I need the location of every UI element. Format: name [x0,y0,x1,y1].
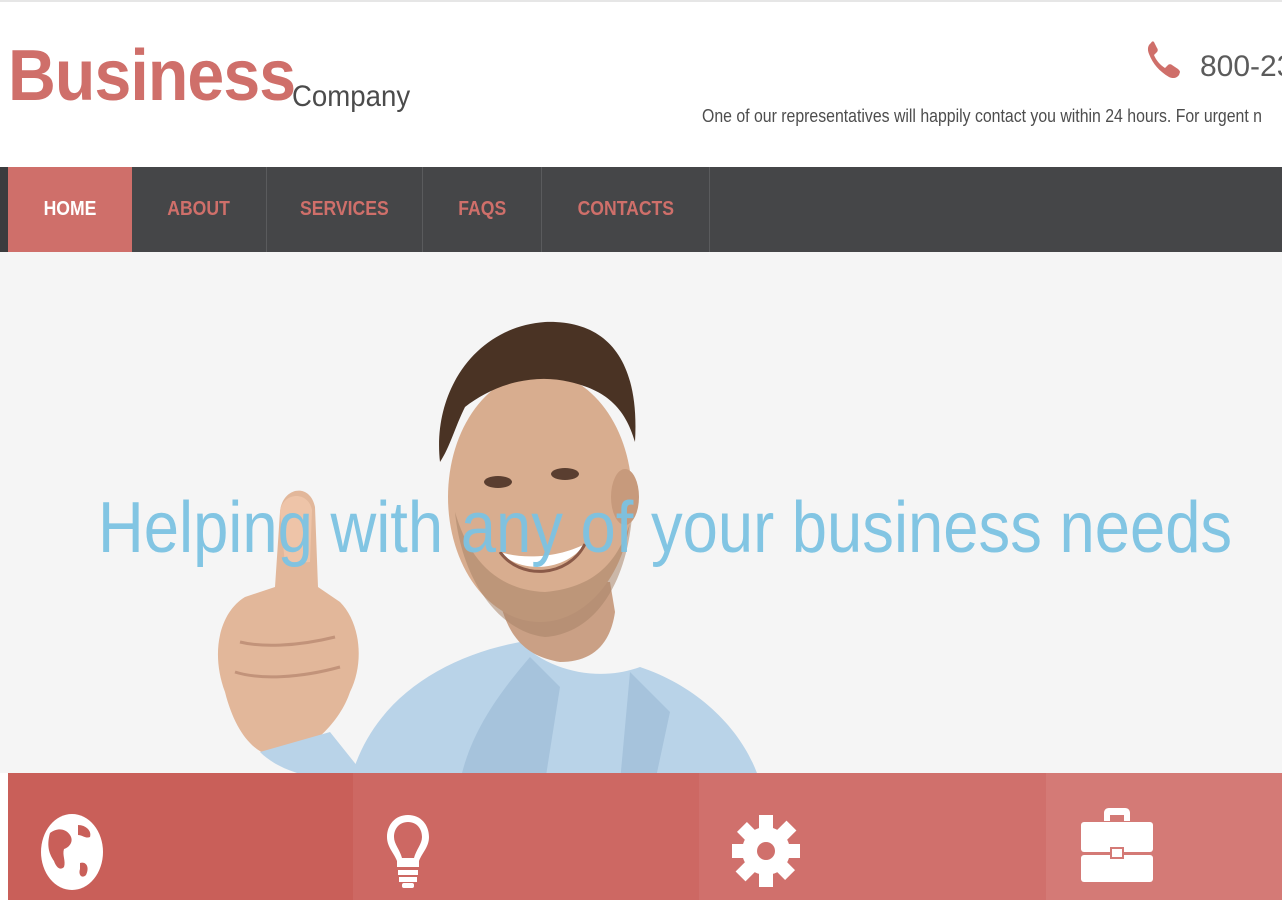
briefcase-icon [1081,808,1153,882]
site-header: Business Company 800-23 One of our repre… [0,2,1282,167]
feature-tiles [8,773,1282,900]
phone-number[interactable]: 800-23 [1200,52,1282,82]
feature-tile-idea[interactable] [353,773,699,900]
logo-title[interactable]: Business [8,40,296,112]
feature-tile-business[interactable] [1046,773,1282,900]
feature-tile-settings[interactable] [699,773,1046,900]
nav-item-about[interactable]: ABOUT [132,167,267,252]
gear-icon [732,815,800,887]
lightbulb-icon [387,815,429,888]
hero-headline: Helping with any of your business needs [98,488,1233,568]
nav-item-contacts[interactable]: CONTACTS [542,167,710,252]
main-nav: HOME ABOUT SERVICES FAQS CONTACTS [0,167,1282,252]
logo-subtitle: Company [292,80,411,113]
nav-item-services[interactable]: SERVICES [267,167,423,252]
feature-tile-globe[interactable] [8,773,353,900]
globe-icon [41,814,103,890]
contact-note: One of our representatives will happily … [702,106,1262,126]
phone-icon [1147,41,1180,79]
nav-item-home[interactable]: HOME [8,167,132,252]
nav-edge [0,167,8,252]
nav-item-faqs[interactable]: FAQS [423,167,542,252]
hero-banner: Helping with any of your business needs [0,252,1282,773]
